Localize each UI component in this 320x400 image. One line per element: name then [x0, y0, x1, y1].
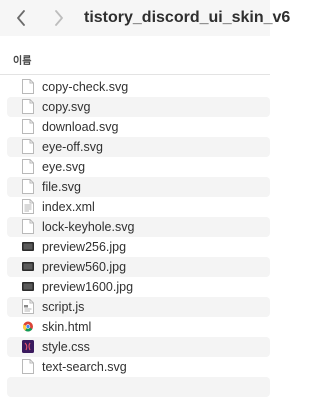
file-name: index.xml: [42, 200, 95, 214]
file-row[interactable]: copy.svg: [7, 97, 270, 117]
file-list: copy-check.svg copy.svg download.svg eye-of…: [7, 77, 270, 397]
name-column-header[interactable]: 이름: [13, 52, 31, 67]
file-row[interactable]: preview1600.jpg: [7, 277, 270, 297]
document-icon: [22, 139, 34, 154]
back-button[interactable]: [10, 6, 32, 30]
file-row[interactable]: eye-off.svg: [7, 137, 270, 157]
file-row[interactable]: preview256.jpg: [7, 237, 270, 257]
file-name: file.svg: [42, 180, 81, 194]
file-row[interactable]: copy-check.svg: [7, 77, 270, 97]
file-name: style.css: [42, 340, 90, 354]
chevron-right-icon: [55, 10, 63, 26]
file-name: eye-off.svg: [42, 140, 103, 154]
chrome-html-icon: [22, 319, 34, 334]
file-row[interactable]: lock-keyhole.svg: [7, 217, 270, 237]
document-icon: [22, 179, 34, 194]
file-name: skin.html: [42, 320, 92, 334]
file-name: copy.svg: [42, 100, 91, 114]
forward-button[interactable]: [48, 6, 70, 30]
text-document-icon: [22, 199, 34, 214]
file-name: copy-check.svg: [42, 80, 129, 94]
image-icon: [22, 239, 34, 254]
window-toolbar: tistory_discord_ui_skin_v6: [0, 0, 290, 36]
css-file-icon: [22, 339, 34, 354]
empty-row: [7, 377, 270, 397]
script-file-icon: [22, 299, 34, 314]
file-name: eye.svg: [42, 160, 86, 174]
file-name: script.js: [42, 300, 85, 314]
chevron-left-icon: [17, 10, 25, 26]
file-row[interactable]: download.svg: [7, 117, 270, 137]
column-header-bar: 이름: [0, 36, 270, 75]
document-icon: [22, 79, 34, 94]
file-name: lock-keyhole.svg: [42, 220, 135, 234]
file-row[interactable]: script.js: [7, 297, 270, 317]
document-icon: [22, 219, 34, 234]
file-row[interactable]: skin.html: [7, 317, 270, 337]
file-row[interactable]: eye.svg: [7, 157, 270, 177]
image-icon: [22, 259, 34, 274]
file-row[interactable]: preview560.jpg: [7, 257, 270, 277]
file-row[interactable]: style.css: [7, 337, 270, 357]
file-row[interactable]: index.xml: [7, 197, 270, 217]
document-icon: [22, 359, 34, 374]
file-name: preview1600.jpg: [42, 280, 134, 294]
file-name: preview560.jpg: [42, 260, 127, 274]
file-name: text-search.svg: [42, 360, 127, 374]
document-icon: [22, 159, 34, 174]
document-icon: [22, 119, 34, 134]
document-icon: [22, 99, 34, 114]
file-row[interactable]: text-search.svg: [7, 357, 270, 377]
image-icon: [22, 279, 34, 294]
file-row[interactable]: file.svg: [7, 177, 270, 197]
file-name: preview256.jpg: [42, 240, 127, 254]
window-title: tistory_discord_ui_skin_v6: [84, 9, 291, 26]
file-name: download.svg: [42, 120, 119, 134]
